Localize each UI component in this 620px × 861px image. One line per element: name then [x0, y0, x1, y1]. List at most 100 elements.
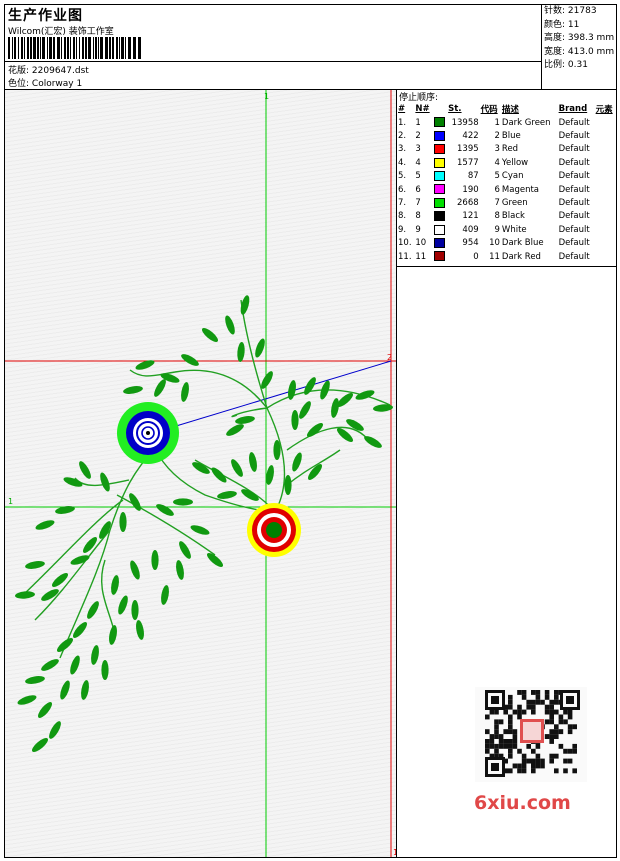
qr-module: [531, 699, 536, 705]
leaf: [31, 738, 49, 752]
leaf: [304, 377, 316, 395]
leaf: [55, 506, 75, 514]
barcode-bar: [70, 37, 71, 59]
row-description: Dark Green: [501, 117, 551, 128]
leaf: [109, 625, 117, 645]
row-stitches: 409: [462, 224, 479, 235]
color-swatch: [433, 211, 445, 222]
leaf: [83, 536, 97, 554]
row-needle: 6: [415, 184, 421, 195]
table-row: 11. 11 0 11 Dark Red Default: [397, 250, 616, 263]
leaf: [284, 475, 292, 495]
qr-module: [508, 743, 513, 749]
row-element: [595, 250, 616, 263]
stat-scale: 比例: 0.31: [544, 60, 588, 70]
barcode-bar: [76, 37, 77, 59]
row-description: Red: [501, 144, 519, 155]
row-code: 9: [494, 224, 500, 235]
qr-module: [563, 748, 568, 754]
qr-module: [558, 743, 564, 749]
qr-module: [512, 743, 518, 749]
leaf: [373, 404, 393, 412]
barcode-bar: [95, 37, 97, 59]
table-row: 7. 7 2668 7 Green Default: [397, 196, 616, 209]
leaf: [181, 382, 189, 402]
table-row: 9. 9 409 9 White Default: [397, 223, 616, 236]
qr-module: [572, 768, 577, 774]
qr-module: [544, 709, 550, 715]
leaf: [17, 695, 37, 705]
leaf: [331, 398, 339, 418]
qr-module: [508, 768, 513, 774]
row-code: 1: [494, 117, 500, 128]
qr-module: [567, 714, 573, 720]
qr-code: [475, 687, 587, 782]
design-label: 花版:: [8, 66, 30, 76]
colorway-value: Colorway 1: [31, 79, 83, 89]
qr-module: [503, 729, 508, 735]
qr-module: [531, 768, 536, 774]
leaf: [111, 575, 119, 595]
qr-logo-inner: [523, 722, 541, 740]
guide-label-red: 2: [387, 353, 392, 362]
stat-stitches: 针数: 21783: [544, 6, 597, 16]
leaf: [355, 390, 375, 400]
qr-module: [544, 704, 550, 710]
row-brand: Default: [558, 157, 590, 168]
qr-module: [508, 694, 513, 700]
qr-module: [549, 753, 554, 759]
qr-module: [554, 753, 559, 759]
qr-module: [512, 709, 518, 715]
col-brand: Brand: [558, 104, 588, 114]
leaf: [235, 416, 255, 424]
qr-module: [554, 690, 559, 695]
leaf: [273, 440, 281, 460]
qr-module: [535, 699, 541, 705]
vine-leaves: [15, 295, 393, 752]
barcode-bar: [21, 37, 23, 59]
qr-module: [508, 719, 513, 725]
row-index: 5.: [398, 171, 407, 182]
leaf: [261, 371, 273, 389]
qr-module: [512, 734, 518, 739]
row-brand: Default: [558, 144, 590, 155]
qr-module: [508, 753, 513, 759]
qr-module: [508, 729, 513, 735]
barcode-bar: [88, 37, 91, 59]
leaf: [292, 452, 302, 472]
qr-module: [485, 748, 490, 754]
leaf: [161, 585, 169, 605]
qr-finder-core: [491, 696, 499, 704]
row-description: Dark Blue: [501, 238, 544, 249]
col-index: #: [398, 104, 406, 114]
qr-module: [567, 724, 573, 730]
col-needle: N#: [415, 104, 430, 114]
col-stitches: St.: [448, 104, 462, 114]
leaf: [63, 477, 83, 487]
qr-module: [549, 709, 554, 715]
barcode-bar: [85, 37, 87, 59]
leaf: [15, 591, 35, 599]
qr-module: [554, 724, 559, 730]
row-brand: Default: [558, 131, 590, 142]
qr-module: [512, 763, 518, 769]
qr-module: [549, 719, 554, 725]
row-needle: 8: [415, 211, 421, 222]
color-swatch: [433, 237, 445, 248]
qr-module: [517, 763, 522, 769]
color-swatch: [433, 197, 445, 208]
qr-module: [517, 709, 522, 715]
guide-lines: 1 2 1 1: [5, 90, 396, 857]
barcode-bar: [79, 37, 80, 59]
qr-module: [554, 768, 559, 774]
colorway-label: 色位:: [8, 79, 30, 89]
row-element: [595, 210, 616, 223]
table-row: 4. 4 1577 4 Yellow Default: [397, 156, 616, 169]
table-row: 2. 2 422 2 Blue Default: [397, 129, 616, 142]
table-row: 6. 6 190 6 Magenta Default: [397, 183, 616, 196]
qr-module: [498, 719, 504, 725]
qr-module: [517, 714, 522, 720]
qr-module: [535, 690, 541, 695]
leaf: [206, 553, 224, 567]
qr-module: [544, 694, 550, 700]
